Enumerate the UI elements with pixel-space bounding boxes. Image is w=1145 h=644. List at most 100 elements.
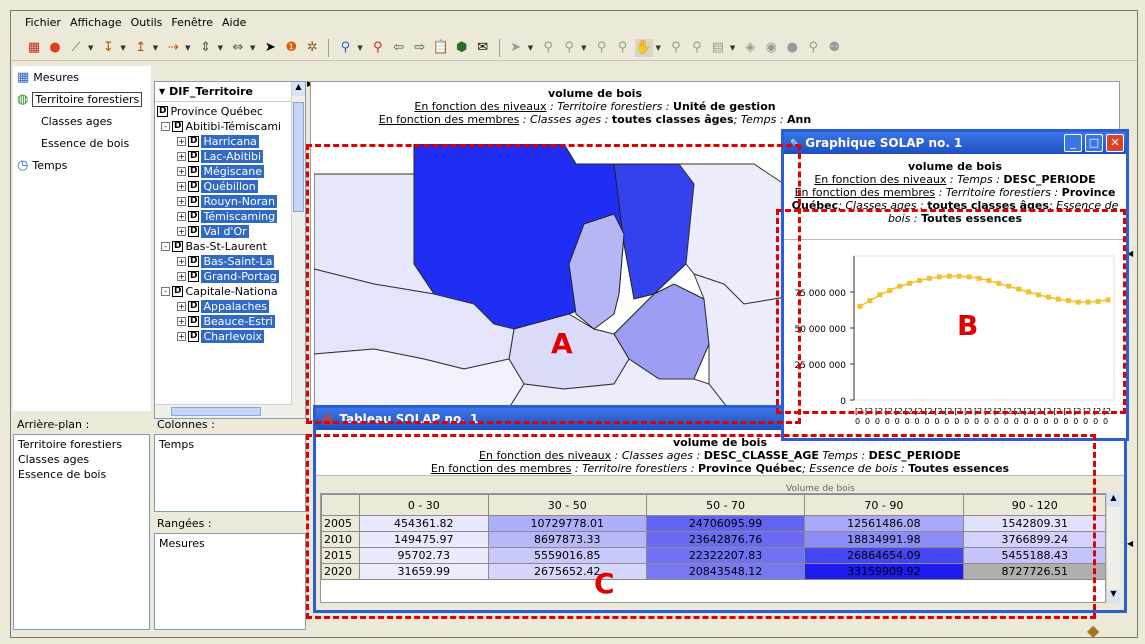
tree-item[interactable]: + D Québillon bbox=[157, 179, 305, 194]
tree-item[interactable]: + D Beauce-Estri bbox=[157, 314, 305, 329]
tree-root[interactable]: D Province Québec bbox=[157, 104, 305, 119]
tree-item[interactable]: - D Bas-St-Laurent bbox=[157, 239, 305, 254]
users-icon[interactable]: ⚉ bbox=[825, 39, 843, 57]
select-icon[interactable]: ◉ bbox=[762, 39, 780, 57]
tree-item[interactable]: + D Harricana bbox=[157, 134, 305, 149]
measure-item-temps[interactable]: ◷ Temps bbox=[13, 154, 151, 176]
tree-item[interactable]: + D Lac-Abitibi bbox=[157, 149, 305, 164]
expand-plus-icon[interactable]: + bbox=[177, 152, 186, 161]
identify-icon[interactable]: ⚲ bbox=[336, 39, 354, 57]
minimize-button[interactable]: _ bbox=[1064, 134, 1082, 152]
zoom-next-icon[interactable]: ⚲ bbox=[688, 39, 706, 57]
scroll-down-icon[interactable]: ▼ bbox=[1107, 589, 1120, 603]
back-arrow-icon[interactable]: ⇦ bbox=[390, 39, 408, 57]
tree-item[interactable]: + D Grand-Portag bbox=[157, 269, 305, 284]
tag-icon[interactable]: ◈ bbox=[741, 39, 759, 57]
measure-item-mesures[interactable]: ▦ Mesures bbox=[13, 66, 151, 88]
tree-item[interactable]: + D Rouyn-Noran bbox=[157, 194, 305, 209]
list-item[interactable]: Mesures bbox=[159, 536, 301, 551]
tree-item[interactable]: + D Charlevoix bbox=[157, 329, 305, 344]
arriere-plan-list[interactable]: Territoire forestiers Classes ages Essen… bbox=[13, 434, 150, 630]
forward-arrow-icon[interactable]: ⇨ bbox=[411, 39, 429, 57]
menu-fichier[interactable]: Fichier bbox=[25, 16, 61, 29]
splitter-arrow-icon[interactable]: ◀ bbox=[1127, 539, 1133, 548]
map-view-icon[interactable]: ● bbox=[46, 39, 64, 57]
dimension-icon: D bbox=[188, 331, 200, 342]
chart-view-icon[interactable]: ⟋ bbox=[67, 39, 85, 57]
mail-icon[interactable]: ✉ bbox=[474, 39, 492, 57]
table-view-icon[interactable]: ▦ bbox=[25, 39, 43, 57]
expand-plus-icon[interactable]: + bbox=[177, 272, 186, 281]
x-tick-label: 0 bbox=[1014, 417, 1019, 426]
zoom-icon[interactable]: ⚲ bbox=[539, 39, 557, 57]
zoom-previous-icon[interactable]: ⚲ bbox=[667, 39, 685, 57]
tree-horizontal-scrollbar[interactable] bbox=[155, 404, 293, 418]
scroll-thumb[interactable] bbox=[293, 102, 304, 212]
drill-down-icon[interactable]: ↧ bbox=[99, 39, 117, 57]
list-item[interactable]: Essence de bois bbox=[18, 467, 145, 482]
map-pointer-icon[interactable]: ➤ bbox=[507, 39, 525, 57]
tree-item[interactable]: - D Abitibi-Témiscami bbox=[157, 119, 305, 134]
maximize-button[interactable]: □ bbox=[1085, 134, 1103, 152]
menu-fenetre[interactable]: Fenêtre bbox=[171, 16, 213, 29]
graph-niveaux: En fonction des niveaux : Temps : DESC_P… bbox=[814, 173, 1096, 186]
drill-up-icon[interactable]: ↥ bbox=[132, 39, 150, 57]
collapse-arrow-icon[interactable]: ▼ bbox=[159, 87, 165, 96]
expand-plus-icon[interactable]: + bbox=[177, 332, 186, 341]
collapse-minus-icon[interactable]: - bbox=[161, 287, 170, 296]
expand-plus-icon[interactable]: + bbox=[177, 227, 186, 236]
clipboard-icon[interactable]: 📋 bbox=[432, 39, 450, 57]
scroll-up-icon[interactable]: ▲ bbox=[292, 82, 305, 96]
pivot-icon[interactable]: ⇔ bbox=[229, 39, 247, 57]
tree-item[interactable]: + D Bas-Saint-La bbox=[157, 254, 305, 269]
layer-icon[interactable]: ▤ bbox=[709, 39, 727, 57]
measure-item-essence[interactable]: Essence de bois bbox=[13, 132, 151, 154]
zoom-out-icon[interactable]: ⚲ bbox=[614, 39, 632, 57]
settings-gear-icon[interactable]: ✲ bbox=[303, 39, 321, 57]
info-gray-icon[interactable]: ● bbox=[783, 39, 801, 57]
expand-plus-icon[interactable]: + bbox=[177, 317, 186, 326]
dimension-icon: D bbox=[188, 271, 200, 282]
expand-plus-icon[interactable]: + bbox=[177, 137, 186, 146]
zoom-in-icon[interactable]: ⚲ bbox=[593, 39, 611, 57]
info-icon[interactable]: ❶ bbox=[282, 39, 300, 57]
measure-item-classes-ages[interactable]: Classes ages bbox=[13, 110, 151, 132]
search-icon[interactable]: ⚲ bbox=[804, 39, 822, 57]
drill-across-icon[interactable]: ⇢ bbox=[164, 39, 182, 57]
table-vertical-scrollbar[interactable]: ▲ ▼ bbox=[1106, 493, 1120, 603]
collapse-minus-icon[interactable]: - bbox=[161, 122, 170, 131]
roll-up-icon[interactable]: ⇕ bbox=[197, 39, 215, 57]
tree-item[interactable]: - D Capitale-Nationa bbox=[157, 284, 305, 299]
measure-item-territoire[interactable]: ◍ Territoire forestiers bbox=[13, 88, 151, 110]
expand-plus-icon[interactable]: + bbox=[177, 197, 186, 206]
hscroll-thumb[interactable] bbox=[171, 407, 261, 416]
close-button[interactable]: ✕ bbox=[1106, 134, 1124, 152]
collapse-minus-icon[interactable]: - bbox=[161, 242, 170, 251]
tree-vertical-scrollbar[interactable]: ▲ bbox=[291, 82, 305, 418]
tree-item[interactable]: + D Val d'Or bbox=[157, 224, 305, 239]
list-item[interactable]: Temps bbox=[159, 437, 301, 452]
annotation-box-b bbox=[776, 209, 1126, 414]
expand-plus-icon[interactable]: + bbox=[177, 182, 186, 191]
query-icon[interactable]: ⚲ bbox=[369, 39, 387, 57]
list-item[interactable]: Territoire forestiers bbox=[18, 437, 145, 452]
expand-plus-icon[interactable]: + bbox=[177, 167, 186, 176]
expand-plus-icon[interactable]: + bbox=[177, 302, 186, 311]
menu-affichage[interactable]: Affichage bbox=[70, 16, 122, 29]
scroll-up-icon[interactable]: ▲ bbox=[1107, 493, 1120, 507]
x-tick-label: 0 bbox=[1004, 417, 1009, 426]
tree-item[interactable]: + D Mégiscane bbox=[157, 164, 305, 179]
rangees-list[interactable]: Mesures bbox=[154, 533, 306, 630]
colonnes-list[interactable]: Temps bbox=[154, 434, 306, 512]
export-icon[interactable]: ⬢ bbox=[453, 39, 471, 57]
tree-item[interactable]: + D Témiscaming bbox=[157, 209, 305, 224]
pan-hand-icon[interactable]: ✋ bbox=[634, 38, 653, 57]
select-pointer-icon[interactable]: ➤ bbox=[261, 39, 279, 57]
expand-plus-icon[interactable]: + bbox=[177, 257, 186, 266]
menu-aide[interactable]: Aide bbox=[222, 16, 246, 29]
zoom-clear-icon[interactable]: ⚲ bbox=[560, 39, 578, 57]
list-item[interactable]: Classes ages bbox=[18, 452, 145, 467]
menu-outils[interactable]: Outils bbox=[131, 16, 163, 29]
expand-plus-icon[interactable]: + bbox=[177, 212, 186, 221]
tree-item[interactable]: + D Appalaches bbox=[157, 299, 305, 314]
